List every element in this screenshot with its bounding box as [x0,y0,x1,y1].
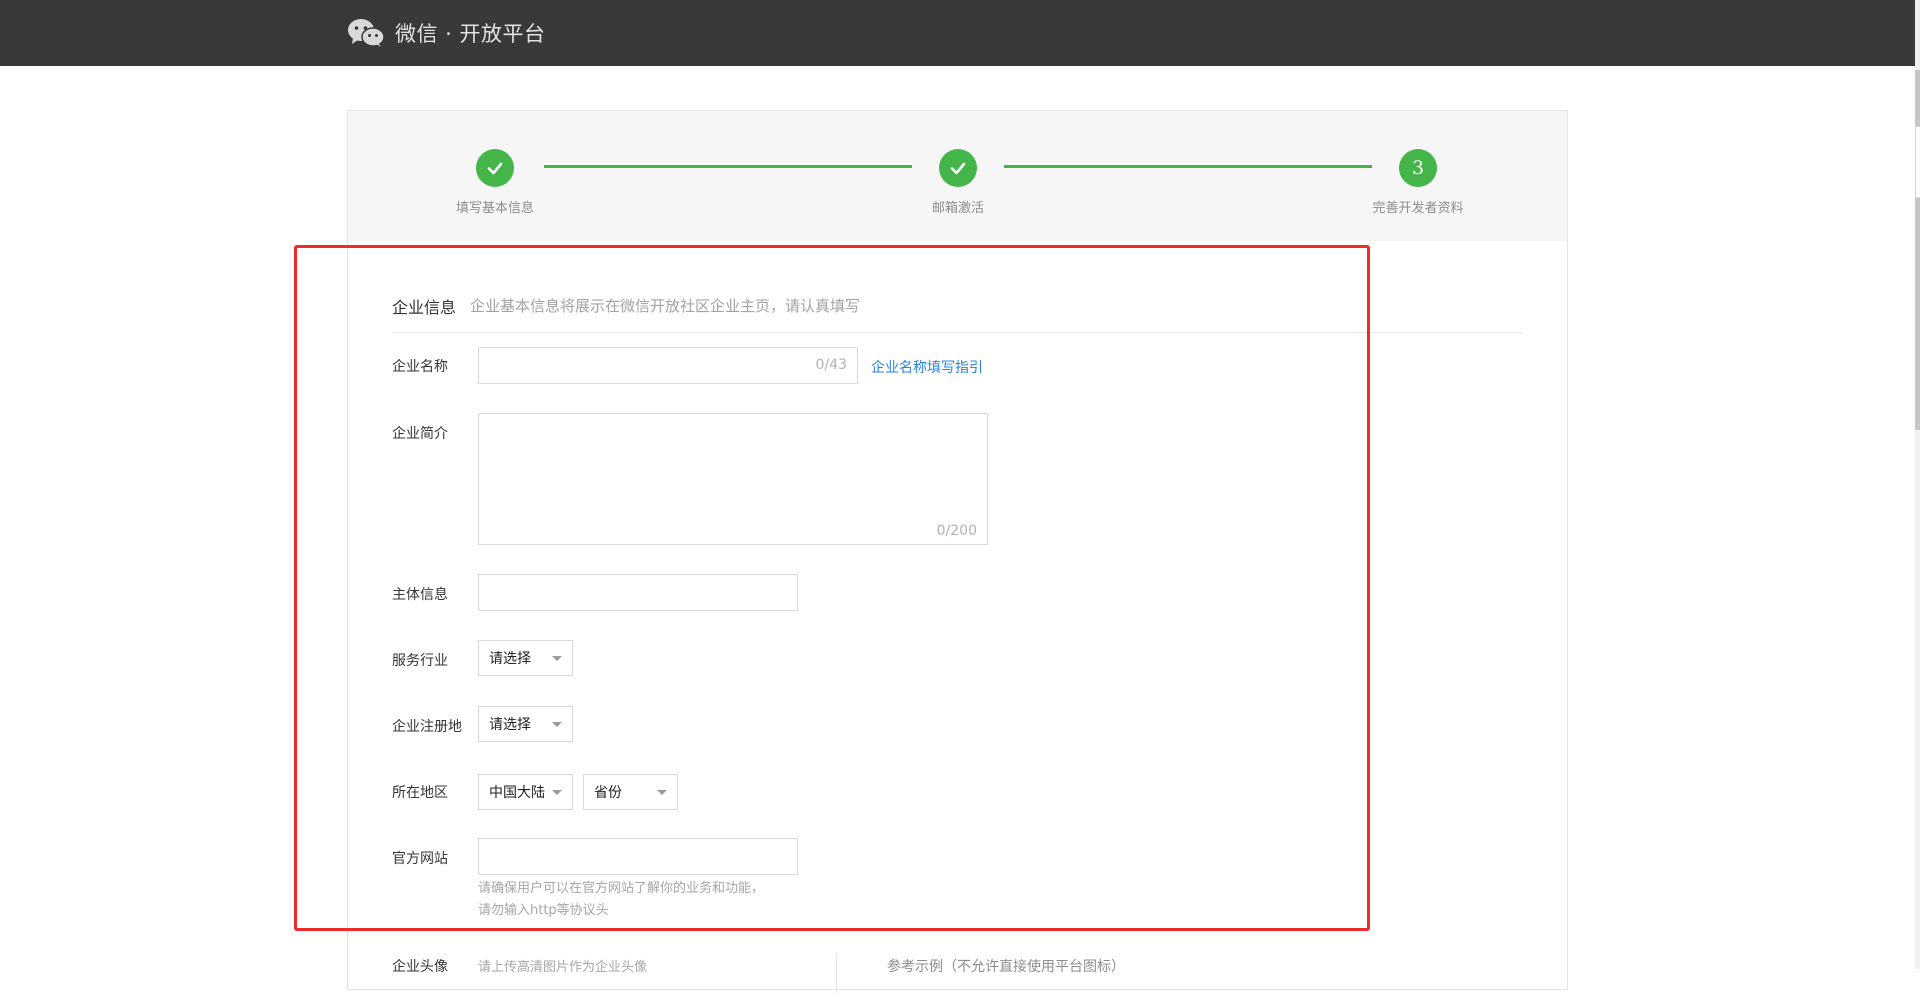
website-hint-line-1: 请确保用户可以在官方网站了解你的业务和功能， [478,881,765,896]
registration-label: 企业注册地 [392,719,462,735]
registration-selected-value: 请选择 [489,717,531,733]
registration-select[interactable]: 请选择 [478,706,573,742]
section-title: 企业信息 [392,298,457,317]
industry-label: 服务行业 [392,653,448,669]
company-intro-textarea[interactable]: 0/200 [478,413,988,545]
avatar-upload-hint: 请上传高清图片作为企业头像 [478,960,648,975]
company-name-guide-link[interactable]: 企业名称填写指引 [871,357,983,377]
step-label: 邮箱激活 [931,201,984,216]
step-basic-info: 填写基本信息 [425,149,565,216]
step-done-circle [476,149,514,187]
company-name-input[interactable]: 0/43 [478,347,858,384]
step-developer-profile: 3 完善开发者资料 [1348,149,1488,216]
province-select[interactable]: 省份 [583,774,678,810]
step-connector-1 [544,165,912,168]
step-email-activation: 邮箱激活 [888,149,1028,216]
company-name-counter: 0/43 [815,357,847,373]
website-input[interactable] [478,838,798,875]
step-label: 完善开发者资料 [1372,201,1464,216]
step-number-circle: 3 [1399,149,1437,187]
check-icon [487,162,503,175]
side-floating-widget[interactable] [1915,126,1920,198]
avatar-example-label: 参考示例（不允许直接使用平台图标） [887,959,1125,975]
website-label: 官方网站 [392,851,448,867]
registration-panel: 填写基本信息 邮箱激活 3 完善开发者资料 企业信息 企业基本信息将展示在微信开… [347,110,1568,993]
company-name-label: 企业名称 [392,359,448,375]
scrollbar-thumb[interactable] [1915,70,1920,430]
website-hint: 请确保用户可以在官方网站了解你的业务和功能， 请勿输入http等协议头 [478,878,764,922]
wechat-logo-icon [348,19,385,47]
chevron-down-icon [552,656,562,661]
avatar-label: 企业头像 [392,959,448,975]
chevron-down-icon [657,790,667,795]
progress-steps: 填写基本信息 邮箱激活 3 完善开发者资料 [348,111,1567,241]
company-intro-label: 企业简介 [392,426,448,442]
country-select[interactable]: 中国大陆 [478,774,573,810]
check-icon [950,162,966,175]
region-label: 所在地区 [392,785,448,801]
chevron-down-icon [552,790,562,795]
step-label: 填写基本信息 [455,201,534,216]
industry-selected-value: 请选择 [489,651,531,667]
website-hint-line-2: 请勿输入http等协议头 [478,903,609,918]
step-done-circle [939,149,977,187]
entity-info-input[interactable] [478,574,798,611]
section-header: 企业信息 企业基本信息将展示在微信开放社区企业主页，请认真填写 [392,294,1522,333]
brand-title: 微信 · 开放平台 [395,22,546,46]
brand[interactable]: 微信 · 开放平台 [347,0,546,66]
country-selected-value: 中国大陆 [489,785,545,801]
step-connector-2 [1004,165,1372,168]
chevron-down-icon [552,722,562,727]
top-navigation-bar: 微信 · 开放平台 [0,0,1915,66]
province-selected-value: 省份 [594,785,622,801]
entity-info-label: 主体信息 [392,587,448,603]
industry-select[interactable]: 请选择 [478,640,573,676]
section-description: 企业基本信息将展示在微信开放社区企业主页，请认真填写 [470,297,861,315]
company-intro-counter: 0/200 [936,523,977,539]
avatar-divider [836,953,837,993]
